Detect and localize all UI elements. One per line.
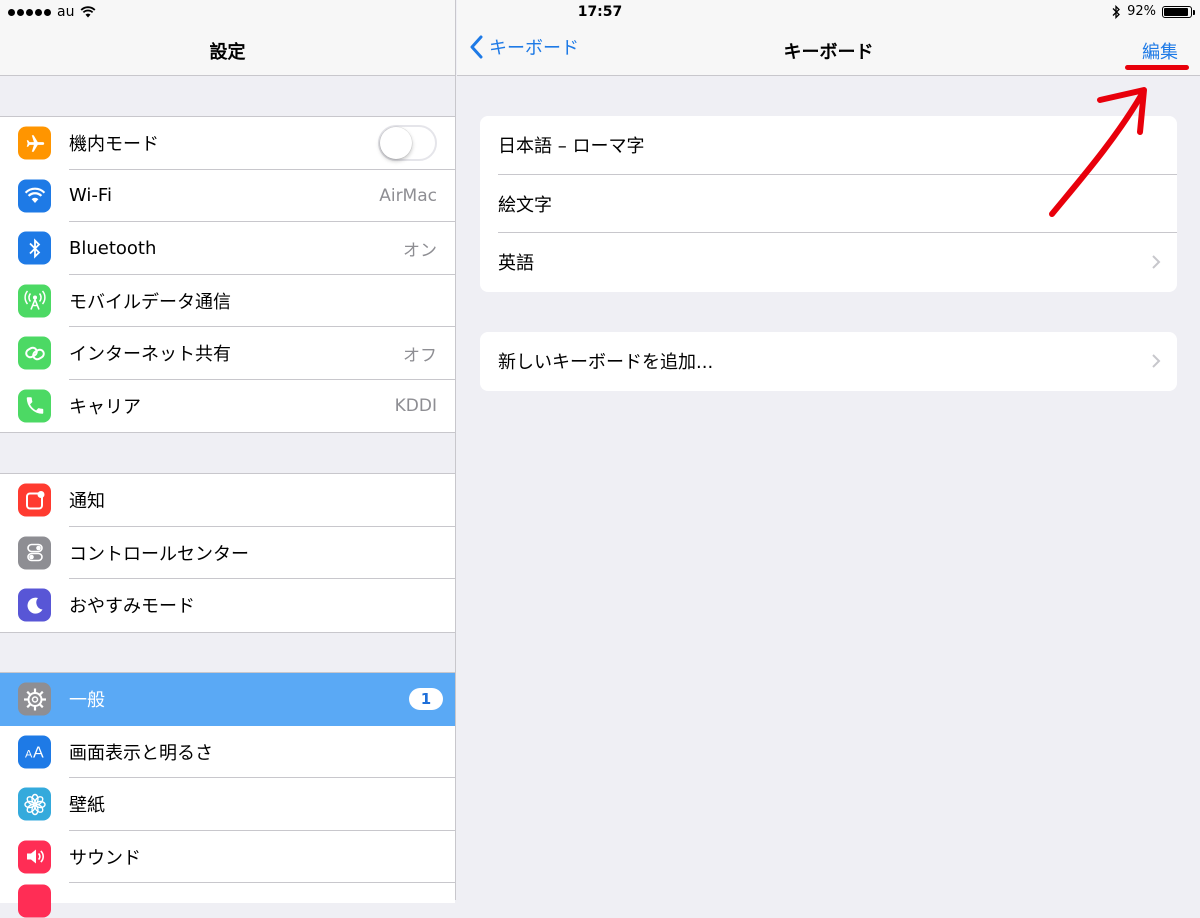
bluetooth-icon: [18, 231, 51, 265]
settings-item-label: Bluetooth: [69, 237, 157, 259]
settings-item-label: モバイルデータ通信: [69, 291, 231, 313]
airplane-mode-toggle[interactable]: [378, 125, 437, 162]
keyboard-row-label: 絵文字: [498, 194, 552, 216]
settings-item-partial[interactable]: [0, 883, 455, 918]
settings-item-label: 画面表示と明るさ: [69, 742, 213, 764]
partial-icon: [18, 884, 51, 918]
svg-text:A: A: [25, 749, 33, 761]
status-left: au: [8, 4, 96, 20]
master-title: 設定: [209, 42, 246, 63]
settings-group-connectivity: 機内モード Wi-Fi AirMac Bluetooth オン モバイルデータ通…: [0, 116, 455, 433]
settings-group-general: 一般 1 AA 画面表示と明るさ 壁紙 サウンド: [0, 672, 455, 918]
carrier-name: au: [57, 4, 75, 20]
settings-group-notifications: 通知 コントロールセンター おやすみモード: [0, 473, 455, 633]
settings-item-label: インターネット共有: [69, 344, 231, 366]
wifi-status-icon: [81, 6, 96, 18]
settings-item-control-center[interactable]: コントロールセンター: [0, 527, 455, 579]
settings-item-value: オン: [403, 240, 437, 261]
settings-item-label: サウンド: [69, 847, 141, 869]
flower-icon: [18, 787, 51, 821]
status-time: 17:57: [577, 4, 623, 20]
cellular-antenna-icon: [18, 284, 51, 318]
svg-text:A: A: [33, 745, 44, 761]
moon-icon: [18, 588, 51, 622]
back-button[interactable]: キーボード: [469, 34, 579, 60]
settings-item-do-not-disturb[interactable]: おやすみモード: [0, 579, 455, 632]
status-bar: au 17:57 92%: [0, 0, 1200, 24]
settings-item-label: おやすみモード: [69, 596, 195, 618]
text-size-icon: AA: [18, 735, 51, 769]
annotation-underline: [1125, 65, 1189, 70]
status-right: 92%: [1112, 4, 1195, 19]
notifications-icon: [18, 483, 51, 517]
keyboard-row-label: 日本語 – ローマ字: [498, 136, 645, 158]
settings-item-label: キャリア: [69, 396, 141, 418]
settings-item-carrier[interactable]: キャリア KDDI: [0, 380, 455, 433]
keyboard-row-english[interactable]: 英語: [480, 233, 1177, 292]
keyboard-row-label: 英語: [498, 253, 534, 275]
settings-item-value: AirMac: [379, 185, 437, 206]
settings-item-display-brightness[interactable]: AA 画面表示と明るさ: [0, 726, 455, 778]
settings-item-sounds[interactable]: サウンド: [0, 831, 455, 883]
settings-item-general[interactable]: 一般 1: [0, 673, 455, 726]
link-icon: [18, 336, 51, 370]
gear-icon: [18, 682, 51, 716]
add-keyboard-section: 新しいキーボードを追加...: [480, 332, 1177, 391]
settings-item-bluetooth[interactable]: Bluetooth オン: [0, 222, 455, 275]
bluetooth-status-icon: [1112, 4, 1121, 19]
settings-item-value: オフ: [403, 345, 437, 366]
settings-item-label: Wi-Fi: [69, 185, 112, 207]
battery-percent: 92%: [1127, 4, 1156, 19]
settings-item-label: 壁紙: [69, 795, 105, 817]
settings-item-wallpaper[interactable]: 壁紙: [0, 778, 455, 831]
wifi-icon: [18, 179, 51, 213]
settings-item-label: 機内モード: [69, 134, 159, 156]
signal-strength-icon: [8, 8, 51, 16]
settings-item-personal-hotspot[interactable]: インターネット共有 オフ: [0, 327, 455, 380]
airplane-icon: [18, 126, 51, 160]
settings-item-label: 一般: [69, 690, 105, 712]
settings-item-value: KDDI: [394, 395, 437, 416]
speaker-icon: [18, 840, 51, 874]
add-keyboard-label: 新しいキーボードを追加...: [498, 352, 714, 374]
annotation-arrow-icon: [1049, 87, 1147, 217]
control-center-icon: [18, 536, 51, 570]
chevron-left-icon: [470, 35, 483, 59]
phone-icon: [18, 389, 51, 423]
edit-button[interactable]: 編集: [1142, 38, 1178, 64]
back-button-label: キーボード: [489, 38, 579, 59]
settings-item-airplane-mode: 機内モード: [0, 117, 455, 170]
settings-item-label: 通知: [69, 491, 105, 513]
battery-fill: [1164, 7, 1188, 16]
settings-item-notifications[interactable]: 通知: [0, 474, 455, 527]
chevron-right-icon: [1152, 255, 1161, 269]
settings-item-cellular-data[interactable]: モバイルデータ通信: [0, 275, 455, 327]
toggle-knob: [380, 127, 412, 160]
battery-icon: [1162, 5, 1195, 18]
chevron-right-icon: [1152, 354, 1161, 368]
settings-item-label: コントロールセンター: [69, 543, 249, 565]
settings-master-pane: 設定 機内モード Wi-Fi AirMac Bluetooth オン モバイルデ…: [0, 0, 456, 918]
settings-item-wifi[interactable]: Wi-Fi AirMac: [0, 170, 455, 222]
add-new-keyboard-row[interactable]: 新しいキーボードを追加...: [480, 332, 1177, 391]
update-badge: 1: [409, 688, 443, 711]
